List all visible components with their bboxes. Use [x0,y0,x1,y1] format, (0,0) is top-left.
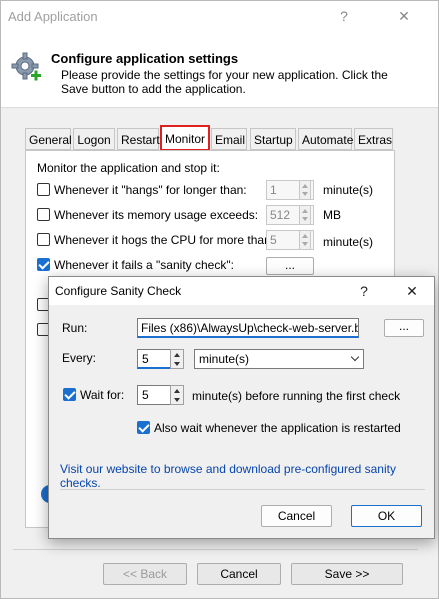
tab-automate[interactable]: Automate [298,128,353,150]
hang-spinner[interactable] [299,180,311,200]
tab-logon[interactable]: Logon [73,128,115,150]
wait-for-suffix: minute(s) before running the first check [192,389,401,403]
every-unit-select[interactable]: minute(s) [194,349,364,369]
header-title: Configure application settings [51,51,239,66]
dialog-title-bar: Configure Sanity Check ? ✕ [49,277,434,305]
gear-icon [11,52,41,81]
header-panel: Configure application settings Please pr… [1,32,438,108]
memory-unit: MB [323,208,341,222]
dialog-close-button[interactable]: ✕ [397,277,427,305]
memory-label: Whenever its memory usage exceeds: [54,208,259,222]
cpu-label: Whenever it hogs the CPU for more than: [54,233,275,247]
dialog-divider [60,489,425,490]
also-wait-label: Also wait whenever the application is re… [154,421,401,435]
every-label: Every: [62,351,97,365]
tab-general[interactable]: General [25,128,72,150]
dialog-title: Configure Sanity Check [55,284,182,298]
sanity-check-configure-button[interactable]: ... [266,257,314,275]
wait-for-label: Wait for: [80,388,125,402]
save-button[interactable]: Save >> [291,563,403,585]
header-description: Please provide the settings for your new… [61,68,388,96]
dialog-cancel-button[interactable]: Cancel [261,505,332,527]
cpu-spinner[interactable] [299,230,311,250]
every-interval-field[interactable]: 5 [137,349,171,369]
memory-spinner[interactable] [299,205,311,225]
monitor-heading: Monitor the application and stop it: [37,161,220,175]
sanity-check-label: Whenever it fails a "sanity check": [54,258,234,272]
tab-extras[interactable]: Extras [354,128,393,150]
cpu-unit: minute(s) [323,235,374,249]
tab-restart[interactable]: Restart [117,128,160,150]
wait-for-spinner[interactable] [170,385,184,405]
bottom-divider [13,549,418,550]
wait-for-checkbox[interactable] [63,388,76,401]
run-command-field[interactable]: Files (x86)\AlwaysUp\check-web-server.ba… [137,318,359,338]
cancel-button[interactable]: Cancel [197,563,281,585]
dialog-help-button[interactable]: ? [349,277,379,305]
browse-button[interactable]: ... [384,319,424,337]
ok-button[interactable]: OK [351,505,422,527]
every-unit-value: minute(s) [199,352,250,366]
memory-checkbox[interactable] [37,208,50,221]
close-button[interactable]: ✕ [387,1,421,32]
hang-unit: minute(s) [323,183,374,197]
hang-label: Whenever it "hangs" for longer than: [54,183,247,197]
sanity-check-checkbox[interactable] [37,258,50,271]
window-title: Add Application [8,9,98,24]
cpu-checkbox[interactable] [37,233,50,246]
tab-email[interactable]: Email [211,128,247,150]
hang-checkbox[interactable] [37,183,50,196]
back-button[interactable]: << Back [103,563,187,585]
chevron-down-icon [350,352,360,362]
wait-for-field[interactable]: 5 [137,385,171,405]
configure-sanity-check-dialog: Configure Sanity Check ? ✕ Run: Files (x… [48,276,435,539]
help-button[interactable]: ? [327,1,361,32]
run-label: Run: [62,321,88,335]
every-interval-spinner[interactable] [170,349,184,369]
title-bar: Add Application ? ✕ [1,1,438,32]
tab-monitor[interactable]: Monitor [160,125,210,151]
tab-startup[interactable]: Startup [250,128,296,150]
also-wait-checkbox[interactable] [137,421,150,434]
website-link[interactable]: Visit our website to browse and download… [60,462,434,490]
